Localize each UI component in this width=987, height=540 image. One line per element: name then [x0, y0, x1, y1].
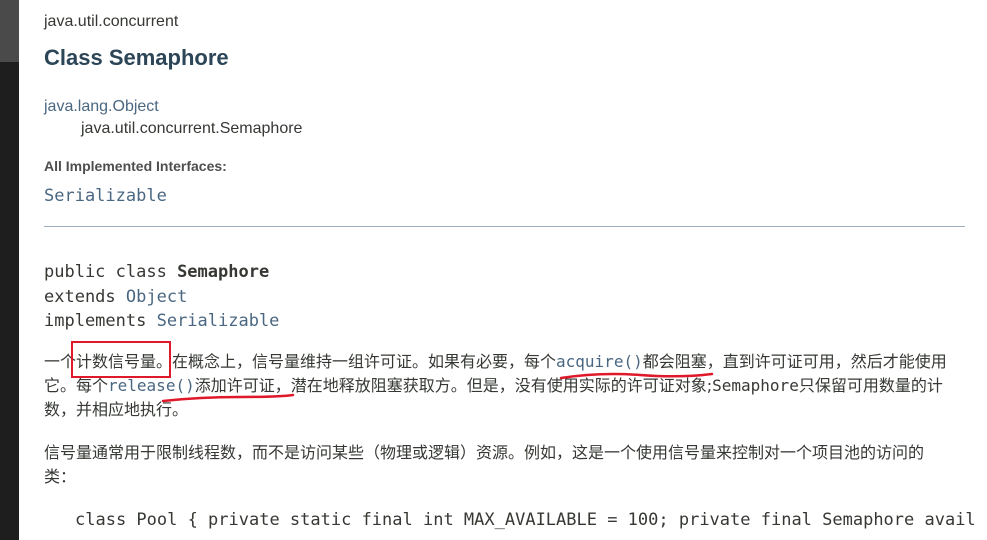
red-underline-annotations	[161, 372, 714, 403]
underline-acquire	[559, 372, 714, 380]
underline-release	[161, 393, 295, 403]
